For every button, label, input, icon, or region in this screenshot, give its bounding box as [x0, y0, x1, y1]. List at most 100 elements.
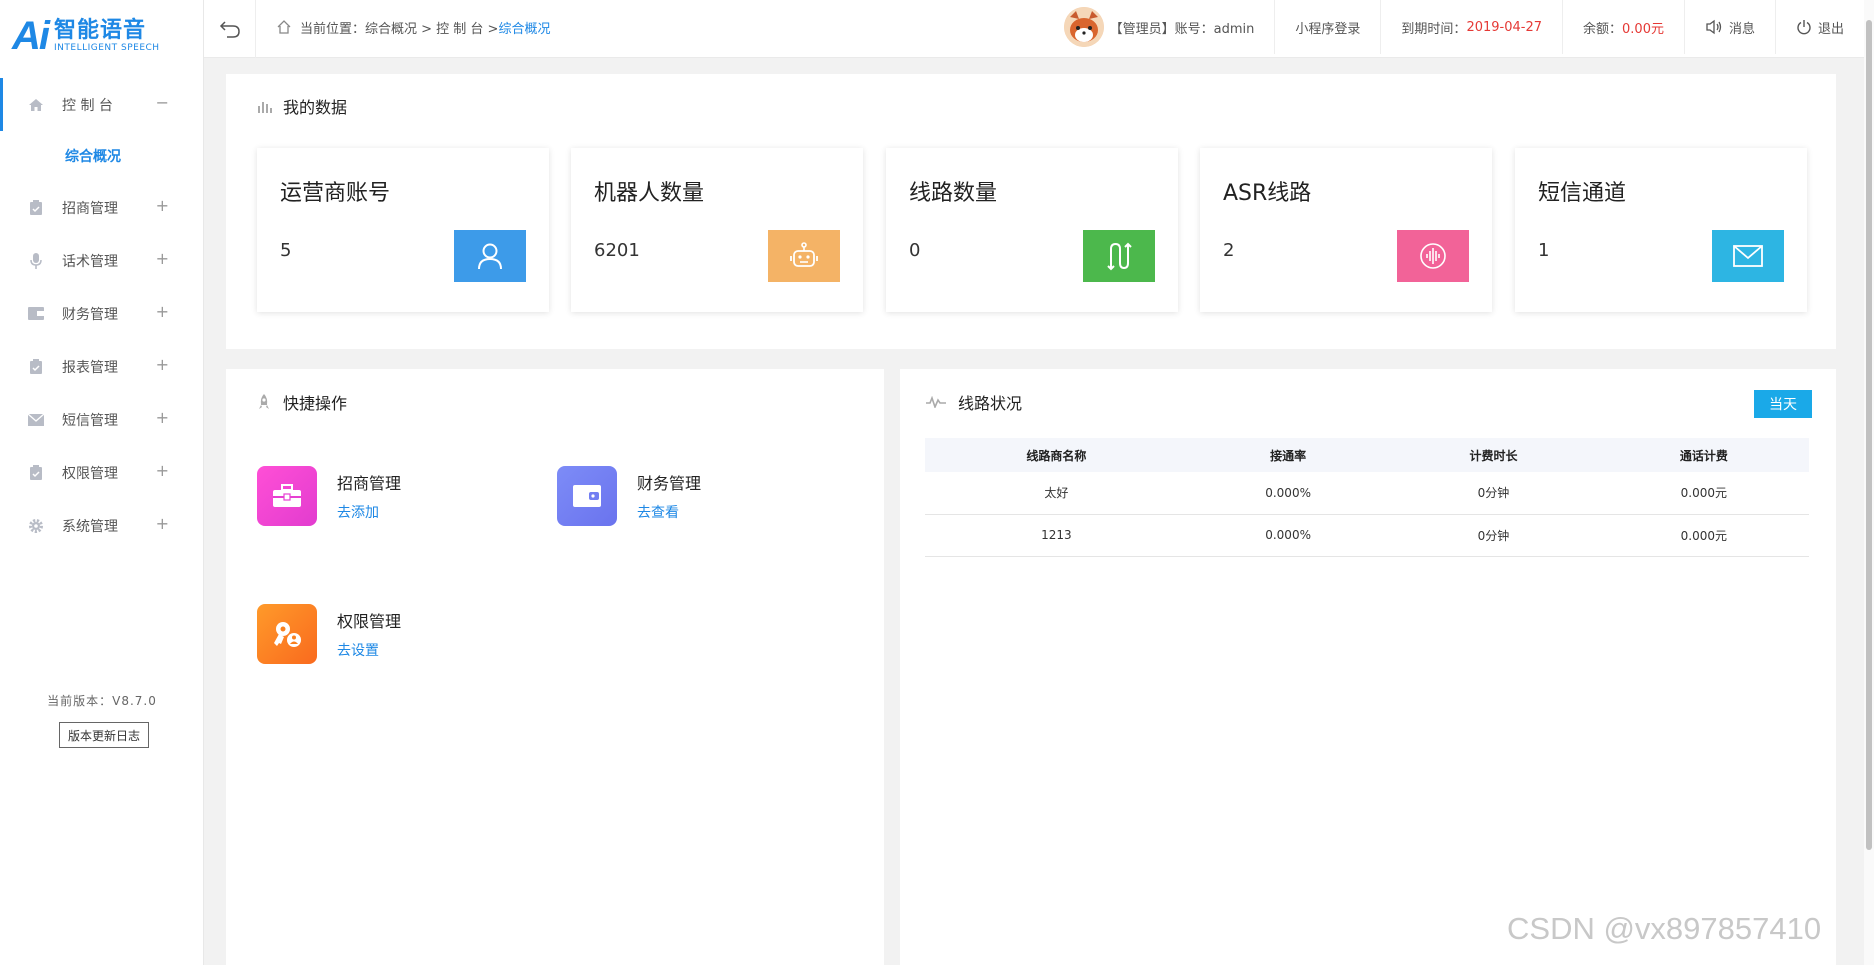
expand-icon[interactable]: + — [156, 461, 169, 480]
sidebar-subitem-overview[interactable]: 综合概况 — [0, 131, 203, 181]
permission-icon — [28, 465, 44, 481]
column-header: 线路商名称 — [925, 438, 1188, 472]
quick-action-finance[interactable]: 财务管理 去查看 — [557, 466, 701, 526]
table-cell: 0.000元 — [1598, 472, 1809, 515]
expire-value: 2019-04-27 — [1466, 19, 1542, 35]
stat-card-value: 1 — [1538, 240, 1550, 261]
microphone-icon — [28, 252, 44, 269]
line-status-table: 线路商名称 接通率 计费时长 通话计费 太好 0.000% 0分钟 0.000元… — [925, 438, 1809, 557]
header-actions: 【管理员】账号：admin 小程序登录 到期时间： 2019-04-27 余额：… — [1044, 0, 1870, 54]
breadcrumb-path: 当前位置：综合概况 > 控 制 台 > — [300, 21, 499, 37]
table-row: 太好 0.000% 0分钟 0.000元 — [925, 472, 1809, 515]
expand-icon[interactable]: + — [156, 302, 169, 321]
stat-card-lines[interactable]: 线路数量 0 — [886, 148, 1178, 312]
quick-action-link[interactable]: 去查看 — [637, 502, 701, 522]
home-icon — [28, 97, 44, 113]
quick-action-permissions[interactable]: 权限管理 去设置 — [257, 604, 401, 664]
watermark: CSDN @vx897857410 — [1507, 911, 1822, 946]
expand-icon[interactable]: + — [156, 408, 169, 427]
breadcrumb-current[interactable]: 综合概况 — [498, 18, 550, 37]
balance-value: 0.00元 — [1622, 21, 1664, 37]
line-status-title: 线路状况 — [926, 390, 1022, 414]
wallet-icon — [557, 466, 617, 526]
report-icon — [28, 359, 44, 375]
expand-icon[interactable]: + — [156, 196, 169, 215]
sidebar-item-finance[interactable]: 财务管理 + — [0, 287, 203, 340]
stat-card-asr[interactable]: ASR线路 2 — [1200, 148, 1492, 312]
stat-card-title: 线路数量 — [909, 181, 998, 206]
sidebar-item-label: 系统管理 — [62, 518, 118, 535]
expand-icon[interactable]: + — [156, 249, 169, 268]
table-cell: 0.000元 — [1598, 514, 1809, 557]
table-cell: 1213 — [925, 514, 1188, 557]
expand-icon[interactable]: + — [156, 355, 169, 374]
quick-actions-panel — [226, 369, 884, 965]
scrollbar[interactable] — [1864, 0, 1874, 965]
sidebar-item-label: 财务管理 — [62, 306, 118, 323]
logo: Ai 智能语音 INTELLIGENT SPEECH — [0, 0, 203, 72]
expand-icon[interactable]: + — [156, 514, 169, 533]
changelog-button[interactable]: 版本更新日志 — [59, 722, 149, 748]
route-icon — [1083, 230, 1155, 282]
sidebar-item-merchants[interactable]: 招商管理 + — [0, 181, 203, 234]
stat-card-value: 0 — [909, 240, 921, 261]
sidebar-item-sms[interactable]: 短信管理 + — [0, 393, 203, 446]
table-cell: 0分钟 — [1388, 514, 1599, 557]
logout-label: 退出 — [1817, 21, 1844, 37]
quick-action-link[interactable]: 去设置 — [337, 640, 401, 660]
sidebar-item-reports[interactable]: 报表管理 + — [0, 340, 203, 393]
user-icon — [454, 230, 526, 282]
back-button[interactable] — [204, 0, 256, 58]
logout-button[interactable]: 退出 — [1774, 0, 1870, 54]
stat-card-title: 机器人数量 — [594, 181, 705, 206]
expire-label: 到期时间： — [1401, 21, 1467, 37]
messages-label: 消息 — [1728, 21, 1755, 37]
table-row: 1213 0.000% 0分钟 0.000元 — [925, 514, 1809, 557]
stat-card-value: 2 — [1223, 240, 1235, 261]
miniprogram-login-button[interactable]: 小程序登录 — [1274, 0, 1380, 54]
scrollbar-thumb[interactable] — [1866, 20, 1872, 850]
sidebar: Ai 智能语音 INTELLIGENT SPEECH 控 制 台 − 综合概况 … — [0, 0, 204, 965]
version-label: 当前版本：V8.7.0 — [47, 694, 157, 708]
table-header-row: 线路商名称 接通率 计费时长 通话计费 — [925, 438, 1809, 472]
power-icon — [1797, 20, 1811, 35]
stat-card-sms[interactable]: 短信通道 1 — [1515, 148, 1807, 312]
today-button[interactable]: 当天 — [1754, 390, 1812, 418]
column-header: 通话计费 — [1598, 438, 1809, 472]
table-cell: 0分钟 — [1388, 472, 1599, 515]
robot-icon — [768, 230, 840, 282]
briefcase-icon — [257, 466, 317, 526]
column-header: 接通率 — [1187, 438, 1389, 472]
clipboard-icon — [28, 200, 44, 216]
sidebar-menu: 控 制 台 − 综合概况 招商管理 + 话术管理 + 财务管理 + 报表管理 +… — [0, 78, 203, 552]
quick-action-link[interactable]: 去添加 — [337, 502, 401, 522]
column-header: 计费时长 — [1388, 438, 1599, 472]
sidebar-item-label: 报表管理 — [62, 359, 118, 376]
mail-icon — [28, 412, 44, 428]
expire-date: 到期时间： 2019-04-27 — [1380, 0, 1562, 54]
sidebar-item-label: 话术管理 — [62, 253, 118, 270]
sidebar-item-label: 控 制 台 — [62, 97, 113, 114]
messages-button[interactable]: 消息 — [1683, 0, 1775, 54]
stat-card-title: ASR线路 — [1223, 181, 1312, 206]
account-info[interactable]: 【管理员】账号：admin — [1044, 0, 1275, 54]
balance-label: 余额： — [1583, 21, 1623, 37]
stat-card-title: 短信通道 — [1538, 181, 1627, 206]
stat-card-robots[interactable]: 机器人数量 6201 — [571, 148, 863, 312]
logo-mark: Ai — [12, 13, 50, 58]
stat-card-value: 5 — [280, 240, 292, 261]
sidebar-item-scripts[interactable]: 话术管理 + — [0, 234, 203, 287]
rocket-icon — [259, 394, 269, 409]
wallet-icon — [28, 306, 44, 322]
top-header: 当前位置：综合概况 > 控 制 台 > 综合概况 【管理员】账号：admin 小… — [204, 0, 1870, 58]
logo-subtitle: INTELLIGENT SPEECH — [54, 43, 160, 53]
collapse-icon[interactable]: − — [156, 93, 169, 112]
table-cell: 0.000% — [1187, 514, 1389, 557]
sidebar-item-permissions[interactable]: 权限管理 + — [0, 446, 203, 499]
sidebar-item-label: 权限管理 — [62, 465, 118, 482]
quick-action-merchants[interactable]: 招商管理 去添加 — [257, 466, 401, 526]
stat-card-value: 6201 — [594, 240, 640, 261]
sidebar-item-system[interactable]: 系统管理 + — [0, 499, 203, 552]
stat-card-operators[interactable]: 运营商账号 5 — [257, 148, 549, 312]
sidebar-item-dashboard[interactable]: 控 制 台 − — [0, 78, 203, 131]
